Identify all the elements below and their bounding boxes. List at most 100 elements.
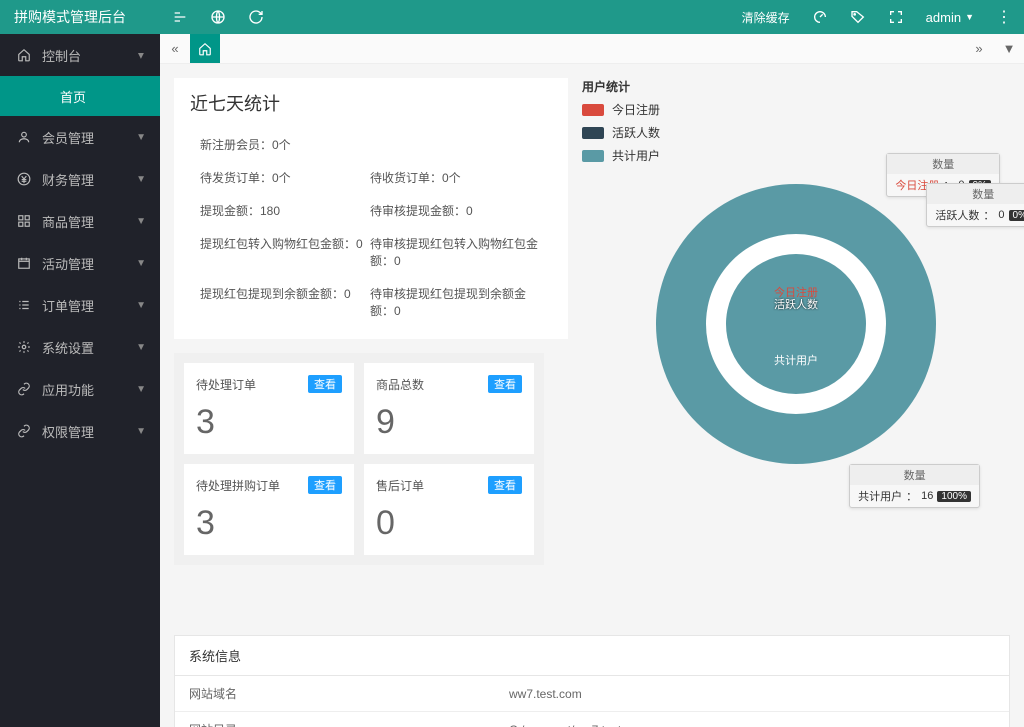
more-icon[interactable]: ⋮ [996, 7, 1012, 27]
tab-home[interactable] [190, 34, 220, 63]
number-card: 售后订单 查看 0 [364, 464, 534, 555]
tabs-menu-icon[interactable]: ▼ [994, 34, 1024, 63]
chevron-down-icon: ▼ [136, 216, 146, 227]
number-card: 商品总数 查看 9 [364, 363, 534, 454]
nav-sub: 首页 [0, 76, 160, 116]
stat-cell: 待发货订单：0个 [200, 169, 370, 186]
stat-cell: 提现红包转入购物红包金额：0 [200, 235, 370, 269]
nav-app[interactable]: 应用功能 ▼ [0, 368, 160, 410]
calendar-icon [14, 256, 34, 270]
stat-row: 新注册会员：0个 [190, 128, 552, 161]
chevron-down-icon: ▼ [965, 12, 974, 22]
tabs-next-icon[interactable]: » [964, 34, 994, 63]
system-info-title: 系统信息 [175, 636, 1009, 676]
donut-label-active: 活跃人数 [656, 296, 936, 312]
number-card-value: 3 [196, 403, 342, 442]
nav-finance[interactable]: 财务管理 ▼ [0, 158, 160, 200]
chevron-down-icon: ▼ [136, 426, 146, 437]
number-card: 待处理拼购订单 查看 3 [184, 464, 354, 555]
number-cards-grid: 待处理订单 查看 3 商品总数 查看 9 待处理拼购订单 查看 3 售后订单 查… [174, 353, 544, 565]
nav-members[interactable]: 会员管理 ▼ [0, 116, 160, 158]
chevron-up-icon: ▲ [136, 50, 146, 61]
sidebar: 拼购模式管理后台 控制台 ▲ 首页 会员管理 ▼ 财务管理 ▼ [0, 0, 160, 727]
nav-orders[interactable]: 订单管理 ▼ [0, 284, 160, 326]
legend-item[interactable]: 活跃人数 [582, 124, 1010, 141]
sys-val: ww7.test.com [495, 676, 1009, 712]
stat-cell: 提现金额：180 [200, 202, 370, 219]
tag-icon[interactable] [850, 9, 866, 25]
chevron-down-icon: ▼ [136, 384, 146, 395]
stat-cell: 待审核提现红包提现到余额金额：0 [370, 285, 540, 319]
tabs-prev-icon[interactable]: « [160, 34, 190, 63]
sys-key: 网站目录 [175, 712, 495, 727]
chevron-down-icon: ▼ [136, 174, 146, 185]
chevron-down-icon: ▼ [136, 258, 146, 269]
user-menu[interactable]: admin ▼ [926, 10, 974, 25]
table-row: 网站目录C:/wwwroot/ww7.test.com [175, 712, 1009, 727]
system-info-panel: 系统信息 网站域名ww7.test.com网站目录C:/wwwroot/ww7.… [174, 635, 1010, 727]
legend-label: 今日注册 [612, 101, 660, 118]
stat-cell: 提现红包提现到余额金额：0 [200, 285, 370, 319]
link-icon [14, 424, 34, 438]
donut-chart: 今日注册 活跃人数 共计用户 [656, 184, 936, 464]
nav-activities[interactable]: 活动管理 ▼ [0, 242, 160, 284]
stat-cell: 新注册会员：0个 [200, 136, 370, 153]
fullscreen-icon[interactable] [888, 9, 904, 25]
home-icon [198, 42, 212, 56]
list-icon [14, 298, 34, 312]
table-row: 网站域名ww7.test.com [175, 676, 1009, 712]
nav-label: 系统设置 [42, 338, 94, 357]
dashboard-icon[interactable] [812, 9, 828, 25]
chart-tooltip-total: 数量 共计用户：16 100% [849, 464, 980, 508]
nav-label: 订单管理 [42, 296, 94, 315]
nav-console[interactable]: 控制台 ▲ [0, 34, 160, 76]
legend-label: 活跃人数 [612, 124, 660, 141]
number-card-value: 9 [376, 403, 522, 442]
view-button[interactable]: 查看 [308, 375, 342, 393]
donut-label-total: 共计用户 [656, 352, 936, 368]
nav-label: 活动管理 [42, 254, 94, 273]
content: 近七天统计 新注册会员：0个待发货订单：0个待收货订单：0个提现金额：180待审… [160, 64, 1024, 727]
link-icon [14, 382, 34, 396]
sys-val: C:/wwwroot/ww7.test.com [495, 712, 1009, 727]
stats-title: 近七天统计 [190, 90, 552, 116]
sys-key: 网站域名 [175, 676, 495, 712]
refresh-icon[interactable] [248, 9, 264, 25]
view-button[interactable]: 查看 [488, 375, 522, 393]
chart-tooltip-active: 数量 活跃人数：0 0% [926, 183, 1024, 227]
nav-label: 会员管理 [42, 128, 94, 147]
number-card-value: 3 [196, 504, 342, 543]
nav-label: 权限管理 [42, 422, 94, 441]
view-button[interactable]: 查看 [308, 476, 342, 494]
nav: 控制台 ▲ 首页 会员管理 ▼ 财务管理 ▼ 商品管理 ▼ [0, 34, 160, 727]
yen-icon [14, 172, 34, 186]
chevron-down-icon: ▼ [136, 132, 146, 143]
legend-item[interactable]: 今日注册 [582, 101, 1010, 118]
globe-icon[interactable] [210, 9, 226, 25]
stat-row: 提现金额：180待审核提现金额：0 [190, 194, 552, 227]
brand-title: 拼购模式管理后台 [0, 0, 160, 34]
gear-icon [14, 340, 34, 354]
nav-settings[interactable]: 系统设置 ▼ [0, 326, 160, 368]
chevron-down-icon: ▼ [136, 342, 146, 353]
chevron-down-icon: ▼ [136, 300, 146, 311]
nav-products[interactable]: 商品管理 ▼ [0, 200, 160, 242]
stat-cell: 待审核提现红包转入购物红包金额：0 [370, 235, 540, 269]
nav-home[interactable]: 首页 [0, 76, 160, 116]
stat-cell: 待审核提现金额：0 [370, 202, 540, 219]
legend-label: 共计用户 [612, 147, 660, 164]
number-card: 待处理订单 查看 3 [184, 363, 354, 454]
clear-cache-button[interactable]: 清除缓存 [742, 9, 790, 26]
nav-label: 应用功能 [42, 380, 94, 399]
number-card-value: 0 [376, 504, 522, 543]
stat-row: 待发货订单：0个待收货订单：0个 [190, 161, 552, 194]
tabstrip: « » ▼ [160, 34, 1024, 64]
nav-perms[interactable]: 权限管理 ▼ [0, 410, 160, 452]
system-info-table: 网站域名ww7.test.com网站目录C:/wwwroot/ww7.test.… [175, 676, 1009, 727]
stats-card: 近七天统计 新注册会员：0个待发货订单：0个待收货订单：0个提现金额：180待审… [174, 78, 568, 339]
menu-toggle-icon[interactable] [172, 9, 188, 25]
number-card-title: 待处理拼购订单 [196, 477, 280, 494]
stat-row: 提现红包转入购物红包金额：0待审核提现红包转入购物红包金额：0 [190, 227, 552, 277]
user-icon [14, 130, 34, 144]
view-button[interactable]: 查看 [488, 476, 522, 494]
